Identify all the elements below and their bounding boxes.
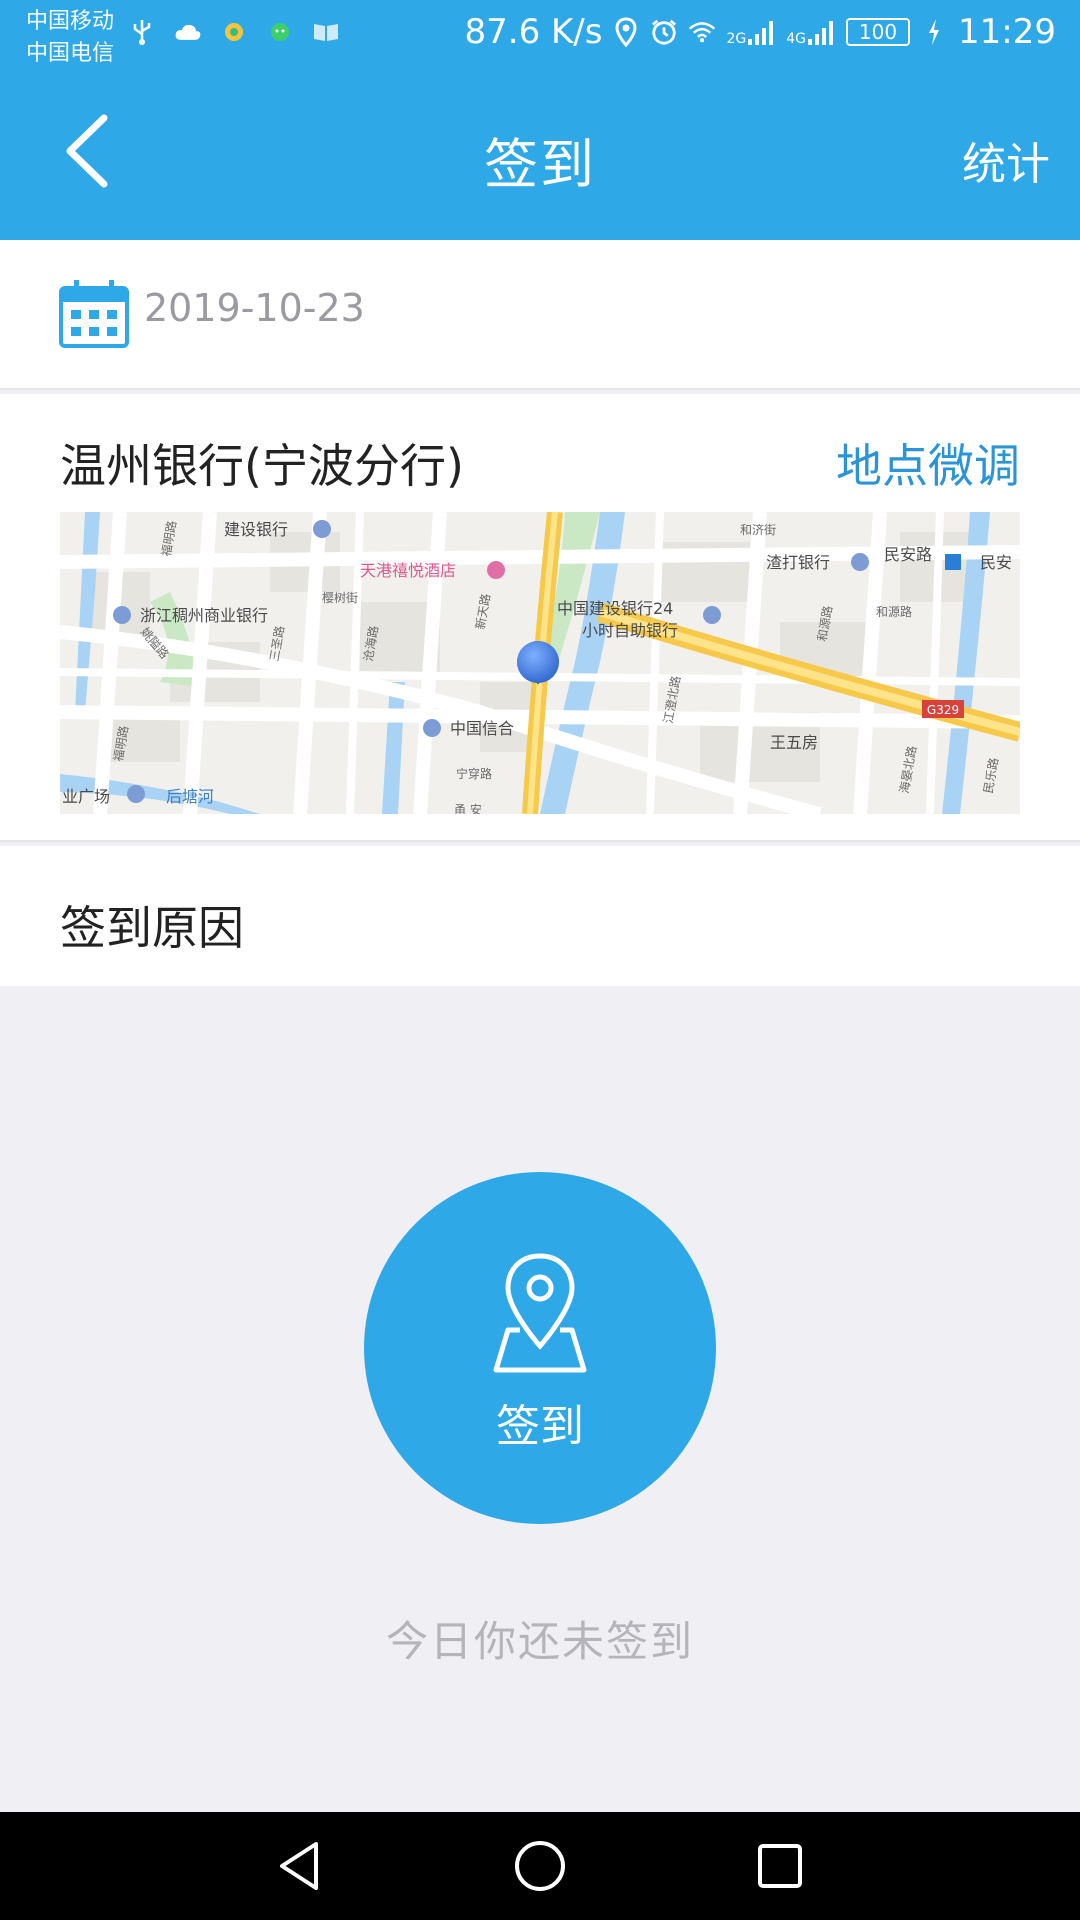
usb-icon [128,18,156,46]
date-row: 2019-10-23 [0,240,1080,390]
map-label: 业广场 [62,787,110,806]
status-right: 87.6 K/s 2G 4G 100 11:29 [465,12,1057,52]
system-back-button[interactable] [268,1834,332,1898]
signal-2: 4G [786,17,836,47]
checkin-date: 2019-10-23 [144,286,365,330]
system-nav-bar [0,1812,1080,1920]
map-canvas: G329 建设银行 天港禧悦酒店 浙江稠州商业银行 中国建设银行24 小时自助银… [60,512,1020,814]
adjust-location-button[interactable]: 地点微调 [836,430,1020,496]
alarm-icon [650,18,678,46]
battery-icon: 100 [846,18,911,46]
net-type-2: 4G [786,31,807,47]
clock: 11:29 [958,12,1056,52]
charging-icon [920,18,948,46]
carrier-2: 中国电信 [26,41,115,66]
checkin-button[interactable]: 签到 [364,1172,716,1524]
map-road-g329: G329 [927,703,959,717]
signal-icon [748,21,774,45]
net-type-1: 2G [726,31,747,47]
map-label: 宁穿路 [456,766,492,781]
cloud-icon [174,18,202,46]
checkin-reason-label: 签到原因 [60,901,244,955]
calendar-icon [59,280,129,348]
map-label: 小时自助银行 [582,621,678,640]
map-label: 樱树街 [322,590,358,605]
notification-icons [128,18,340,46]
map-label: 建设银行 [224,520,288,539]
location-name: 温州银行(宁波分行) [60,439,464,493]
network-speed: 87.6 K/s [464,12,603,52]
map-label: 和源路 [876,604,912,619]
wechat-icon [266,18,294,46]
checkin-reason-row[interactable]: 签到原因 [0,846,1080,986]
battery-level: 100 [858,20,898,44]
triangle-back-icon [280,1842,318,1890]
checkin-button-label: 签到 [496,1401,584,1452]
map-label: 和济街 [740,522,776,537]
map-label: 浙江稠州商业银行 [140,606,268,625]
location-map-icon [493,1253,587,1373]
map-label: 天港禧悦酒店 [360,561,456,580]
wifi-icon [688,18,716,46]
location-icon [612,17,640,47]
map-label: 中国建设银行24 [557,599,673,618]
system-recents-button[interactable] [748,1834,812,1898]
carrier-1: 中国移动 [26,9,115,34]
page-title: 签到 [484,133,596,196]
map-label: 甬 安 [454,802,482,814]
location-section: 温州银行(宁波分行) 地点微调 G329 建设银行 天港禧悦酒店 浙江稠州商业银… [0,394,1080,842]
map-label: 后塘河 [166,787,214,806]
map-label: 渣打银行 [766,553,830,572]
signal-icon [808,21,834,45]
book-icon [312,18,340,46]
carrier-info: 中国移动 中国电信 [26,6,114,70]
map-view[interactable]: G329 建设银行 天港禧悦酒店 浙江稠州商业银行 中国建设银行24 小时自助银… [60,512,1020,814]
checkin-status: 今日你还未签到 [385,1617,694,1666]
circle-home-icon [515,1841,565,1891]
status-bar: 中国移动 中国电信 87.6 K/s 2G 4G 100 11:29 [0,0,1080,76]
map-label: 王五房 [770,733,818,752]
map-label: 民安路 [884,545,932,564]
statistics-button[interactable]: 统计 [962,128,1050,192]
app-icon [220,18,248,46]
system-home-button[interactable] [508,1834,572,1898]
map-label: 民安 [980,553,1012,572]
map-label: 中国信合 [450,719,514,738]
nav-bar: 签到 统计 [0,76,1080,240]
square-recents-icon [758,1844,802,1888]
signal-1: 2G [726,17,776,47]
